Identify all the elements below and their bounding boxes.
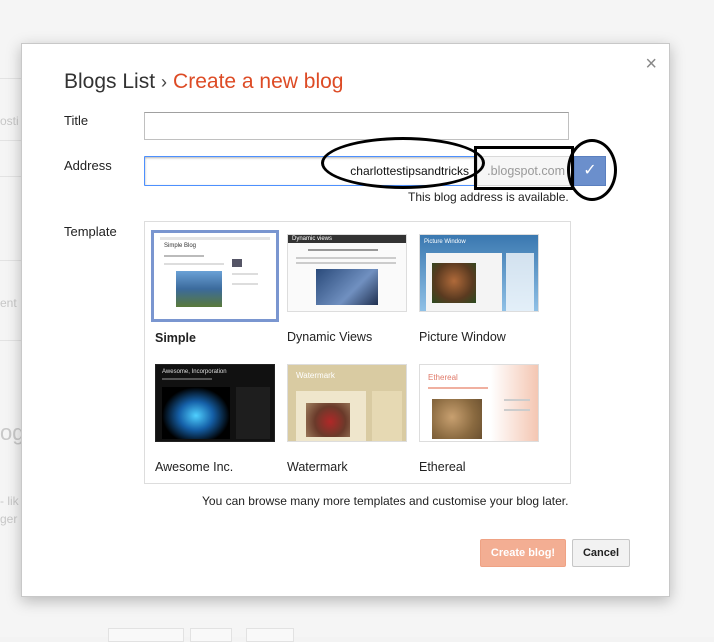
- background-button: [108, 628, 184, 642]
- template-name: Watermark: [287, 460, 348, 474]
- template-name: Picture Window: [419, 330, 506, 344]
- background-button: [190, 628, 232, 642]
- thumb-line: [308, 249, 378, 251]
- breadcrumb-separator: ›: [161, 72, 168, 92]
- page-title: Create a new blog: [173, 70, 344, 93]
- thumb-line: [504, 399, 530, 401]
- thumb-image: [432, 399, 482, 439]
- template-name: Dynamic Views: [287, 330, 373, 344]
- thumb-sidebar: [236, 387, 270, 439]
- create-blog-button[interactable]: Create blog!: [480, 539, 566, 567]
- template-thumbnail: Picture Window: [419, 234, 539, 312]
- thumb-line: [164, 255, 204, 257]
- background-divider: [0, 140, 22, 141]
- thumb-bar: [160, 237, 270, 240]
- annotation-rectangle: [474, 146, 574, 190]
- template-name: Ethereal: [419, 460, 466, 474]
- template-thumbnail: Simple Blog: [151, 230, 279, 322]
- template-thumbnail: Watermark: [287, 364, 407, 442]
- title-input[interactable]: [144, 112, 569, 140]
- thumb-title: Ethereal: [428, 373, 458, 382]
- background-text: osti: [0, 114, 19, 128]
- thumb-line: [232, 273, 258, 275]
- thumb-line: [162, 378, 212, 380]
- thumb-line: [232, 283, 258, 285]
- thumb-panel: [506, 253, 534, 311]
- background-text: ger: [0, 512, 18, 526]
- thumb-title: Simple Blog: [164, 243, 197, 249]
- breadcrumb-blogs-list[interactable]: Blogs List: [64, 70, 155, 93]
- thumb-title: Watermark: [296, 371, 335, 380]
- thumb-line: [428, 387, 488, 389]
- annotation-ellipse: [321, 137, 485, 189]
- thumb-image: [306, 403, 350, 437]
- thumb-image: [162, 387, 230, 439]
- template-name: Awesome Inc.: [155, 460, 234, 474]
- title-label: Title: [64, 113, 89, 128]
- template-awesome-inc[interactable]: Awesome, Incorporation Awesome Inc.: [155, 364, 277, 474]
- dialog-heading: Blogs List › Create a new blog: [64, 70, 344, 94]
- thumb-line: [296, 262, 396, 264]
- thumb-title: Dynamic views: [292, 236, 333, 242]
- template-ethereal[interactable]: Ethereal Ethereal: [419, 364, 541, 474]
- template-thumbnail: Awesome, Incorporation: [155, 364, 275, 442]
- availability-message: This blog address is available.: [408, 190, 569, 204]
- thumb-image: [316, 269, 378, 305]
- background-divider: [0, 176, 22, 177]
- template-dynamic-views[interactable]: Dynamic views Dynamic Views: [287, 234, 409, 344]
- cancel-button[interactable]: Cancel: [572, 539, 630, 567]
- browse-templates-note: You can browse many more templates and c…: [202, 494, 569, 508]
- thumb-image: [432, 263, 476, 303]
- thumb-sidebar: [372, 391, 402, 441]
- address-label: Address: [64, 158, 112, 173]
- annotation-circle: [567, 139, 617, 201]
- background-divider: [0, 78, 22, 79]
- background-text: - lik: [0, 494, 19, 508]
- create-blog-dialog: × Blogs List › Create a new blog Title Add…: [21, 43, 670, 597]
- thumb-line: [296, 257, 396, 259]
- thumb-line: [164, 263, 224, 265]
- thumb-title: Picture Window: [424, 239, 466, 245]
- thumb-image: [232, 259, 242, 267]
- template-thumbnail: Ethereal: [419, 364, 539, 442]
- template-watermark[interactable]: Watermark Watermark: [287, 364, 409, 474]
- background-divider: [0, 260, 22, 261]
- background-button: [246, 628, 294, 642]
- template-picker: Simple Blog Simple Dynamic views Dynamic…: [144, 221, 571, 484]
- template-picture-window[interactable]: Picture Window Picture Window: [419, 234, 541, 344]
- template-simple[interactable]: Simple Blog Simple: [151, 230, 279, 345]
- template-name: Simple: [155, 331, 196, 345]
- background-text: ent: [0, 296, 17, 310]
- background-divider: [0, 340, 22, 341]
- thumb-image: [176, 271, 222, 307]
- template-label: Template: [64, 224, 117, 239]
- template-thumbnail: Dynamic views: [287, 234, 407, 312]
- thumb-title: Awesome, Incorporation: [162, 369, 227, 375]
- close-icon[interactable]: ×: [645, 53, 657, 75]
- thumb-line: [504, 409, 530, 411]
